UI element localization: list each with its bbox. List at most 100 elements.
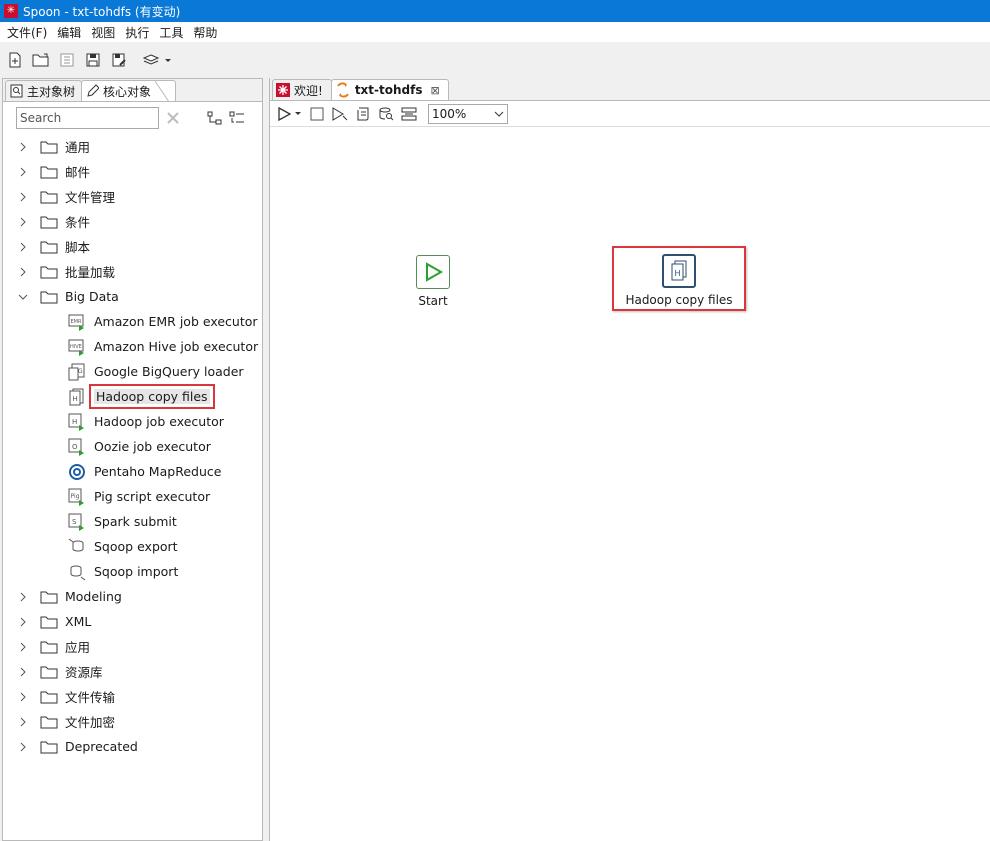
chevron-right-icon[interactable] bbox=[16, 142, 30, 152]
menu-help[interactable]: 帮助 bbox=[188, 24, 222, 41]
collapse-all-button[interactable] bbox=[229, 110, 245, 126]
run-button[interactable] bbox=[276, 104, 304, 124]
new-file-button[interactable] bbox=[4, 49, 26, 71]
tree-folder-label: Modeling bbox=[65, 589, 122, 604]
tree-step-sqoop-import[interactable]: Sqoop import bbox=[3, 559, 262, 584]
tree-step-hadoop-job-executor[interactable]: H Hadoop job executor bbox=[3, 409, 262, 434]
chevron-right-icon[interactable] bbox=[16, 717, 30, 727]
save-as-button[interactable] bbox=[108, 49, 130, 71]
tree-step-spark-submit[interactable]: S Spark submit bbox=[3, 509, 262, 534]
step-label: Oozie job executor bbox=[94, 439, 211, 454]
chevron-right-icon[interactable] bbox=[16, 667, 30, 677]
impact-button[interactable] bbox=[376, 104, 396, 124]
tab-main-tree[interactable]: 主对象树 bbox=[5, 80, 83, 101]
tab-txt-tohdfs-label: txt-tohdfs bbox=[354, 83, 423, 97]
chevron-right-icon[interactable] bbox=[16, 192, 30, 202]
perspective-button[interactable] bbox=[142, 49, 174, 71]
svg-text:H: H bbox=[675, 269, 681, 278]
tree-step-pig-script[interactable]: Pig Pig script executor bbox=[3, 484, 262, 509]
explore-repo-button[interactable] bbox=[56, 49, 78, 71]
tree-folder-bulk-loading[interactable]: 批量加载 bbox=[3, 259, 262, 284]
save-button[interactable] bbox=[82, 49, 104, 71]
node-start[interactable]: Start bbox=[408, 255, 458, 308]
tree-folder-xml[interactable]: XML bbox=[3, 609, 262, 634]
svg-text:H: H bbox=[73, 395, 78, 403]
step-label: Amazon EMR job executor bbox=[94, 314, 258, 329]
folder-icon bbox=[40, 165, 58, 179]
tree-step-sqoop-export[interactable]: Sqoop export bbox=[3, 534, 262, 559]
zoom-value: 100% bbox=[432, 106, 467, 121]
folder-icon bbox=[40, 140, 58, 154]
tree-folder-label: 条件 bbox=[65, 215, 91, 230]
tree-step-hadoop-copy-files[interactable]: H Hadoop copy files bbox=[3, 384, 262, 409]
chevron-right-icon[interactable] bbox=[16, 742, 30, 752]
chevron-right-icon[interactable] bbox=[16, 642, 30, 652]
tree-step-pentaho-mapreduce[interactable]: Pentaho MapReduce bbox=[3, 459, 262, 484]
tab-core-objects[interactable]: 核心对象 bbox=[81, 80, 177, 102]
chevron-down-icon[interactable] bbox=[16, 293, 30, 301]
close-tab-icon[interactable]: ⊠ bbox=[430, 84, 439, 97]
svg-text:HIVE: HIVE bbox=[70, 344, 82, 350]
tree-step-amazon-emr[interactable]: EMR Amazon EMR job executor bbox=[3, 309, 262, 334]
tree-folder-repository[interactable]: 资源库 bbox=[3, 659, 262, 684]
tree-folder-scripting[interactable]: 脚本 bbox=[3, 234, 262, 259]
tree-folder-file-encryption[interactable]: 文件加密 bbox=[3, 709, 262, 734]
tree-folder-mail[interactable]: 邮件 bbox=[3, 159, 262, 184]
tree-folder-conditions[interactable]: 条件 bbox=[3, 209, 262, 234]
folder-icon bbox=[40, 640, 58, 654]
folder-icon bbox=[40, 615, 58, 629]
zoom-select[interactable]: 100% bbox=[428, 103, 508, 124]
chevron-right-icon[interactable] bbox=[16, 167, 30, 177]
spoon-icon bbox=[276, 83, 290, 97]
menu-run[interactable]: 执行 bbox=[120, 24, 154, 41]
open-file-button[interactable] bbox=[30, 49, 52, 71]
clear-search-button[interactable] bbox=[165, 110, 181, 126]
menu-view[interactable]: 视图 bbox=[86, 24, 120, 41]
folder-icon bbox=[40, 240, 58, 254]
tree-folder-file-management[interactable]: 文件管理 bbox=[3, 184, 262, 209]
tree-step-amazon-hive[interactable]: HIVE Amazon Hive job executor bbox=[3, 334, 262, 359]
job-canvas[interactable]: Start H Hadoop copy files bbox=[270, 128, 990, 841]
svg-text:S: S bbox=[72, 518, 77, 526]
tree-folder-file-transfer[interactable]: 文件传输 bbox=[3, 684, 262, 709]
menu-edit[interactable]: 编辑 bbox=[52, 24, 86, 41]
chevron-right-icon[interactable] bbox=[16, 617, 30, 627]
menu-tools[interactable]: 工具 bbox=[154, 24, 188, 41]
expand-tree-icon bbox=[207, 111, 222, 125]
step-label: Amazon Hive job executor bbox=[94, 339, 259, 354]
folder-icon bbox=[40, 190, 58, 204]
canvas-toolbar: 100% bbox=[270, 101, 990, 127]
stop-button[interactable] bbox=[307, 104, 327, 124]
tree-folder-general[interactable]: 通用 bbox=[3, 134, 262, 159]
chevron-right-icon[interactable] bbox=[16, 242, 30, 252]
node-hadoop-copy-files[interactable]: H Hadoop copy files bbox=[619, 254, 739, 307]
sql-button[interactable] bbox=[399, 104, 419, 124]
menu-file[interactable]: 文件(F) bbox=[2, 24, 52, 41]
chevron-right-icon[interactable] bbox=[16, 267, 30, 277]
tree-folder-big-data[interactable]: Big Data bbox=[3, 284, 262, 309]
tree-folder-label: 通用 bbox=[65, 140, 91, 155]
tab-welcome[interactable]: 欢迎! bbox=[272, 79, 332, 100]
chevron-right-icon[interactable] bbox=[16, 692, 30, 702]
core-objects-tree: 通用 邮件 文件管理 条件 脚本 批量加载 Big Data EMR Amazo… bbox=[3, 134, 262, 759]
chevron-right-icon[interactable] bbox=[16, 592, 30, 602]
tree-step-oozie[interactable]: O Oozie job executor bbox=[3, 434, 262, 459]
svg-text:Pig: Pig bbox=[71, 493, 80, 500]
chevron-right-icon[interactable] bbox=[16, 217, 30, 227]
search-input[interactable] bbox=[16, 107, 159, 129]
verify-button[interactable] bbox=[353, 104, 373, 124]
left-tab-bar: 主对象树 核心对象 bbox=[3, 79, 262, 102]
tree-folder-label: 应用 bbox=[65, 640, 91, 655]
menu-bar: 文件(F) 编辑 视图 执行 工具 帮助 bbox=[0, 22, 990, 42]
tree-folder-utility[interactable]: 应用 bbox=[3, 634, 262, 659]
tree-step-google-bigquery[interactable]: G Google BigQuery loader bbox=[3, 359, 262, 384]
folder-icon bbox=[40, 740, 58, 754]
tree-folder-modeling[interactable]: Modeling bbox=[3, 584, 262, 609]
pencil-icon bbox=[86, 84, 100, 98]
svg-text:EMR: EMR bbox=[71, 319, 82, 325]
expand-all-button[interactable] bbox=[207, 110, 223, 126]
tree-folder-deprecated[interactable]: Deprecated bbox=[3, 734, 262, 759]
run-replay-button[interactable] bbox=[330, 104, 350, 124]
sqoop-import-icon bbox=[67, 562, 87, 582]
tab-txt-tohdfs[interactable]: txt-tohdfs ⊠ bbox=[330, 79, 449, 100]
